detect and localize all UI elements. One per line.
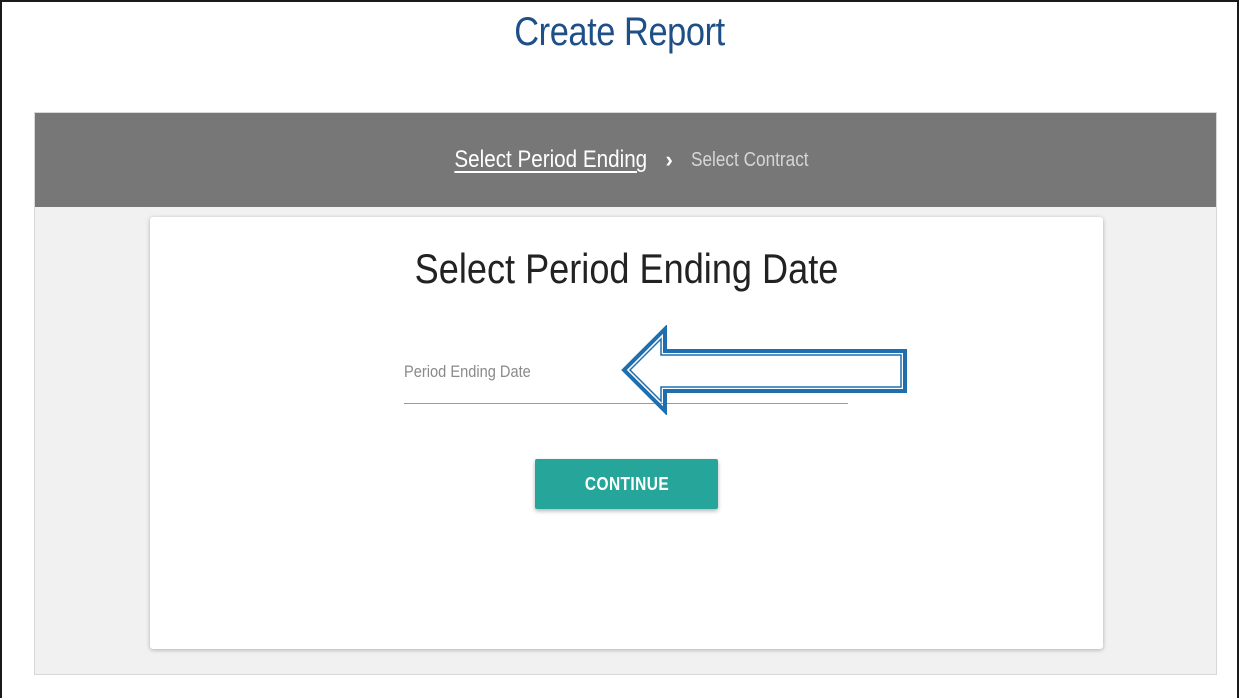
report-wizard: Select Period Ending › Select Contract S… [34,112,1217,675]
continue-button[interactable]: CONTINUE [535,459,718,509]
period-ending-date-field[interactable]: Period Ending Date [404,347,848,404]
card-title: Select Period Ending Date [414,245,839,292]
step-select-contract[interactable]: Select Contract [691,149,809,172]
period-ending-card: Select Period Ending Date Period Ending … [150,217,1103,649]
chevron-right-icon: › [665,147,673,172]
stepper-bar: Select Period Ending › Select Contract [35,113,1216,207]
step-select-period-ending[interactable]: Select Period Ending [455,146,648,174]
page-title: Create Report [514,10,725,54]
date-field-placeholder: Period Ending Date [404,362,531,381]
continue-button-label: CONTINUE [584,473,669,494]
